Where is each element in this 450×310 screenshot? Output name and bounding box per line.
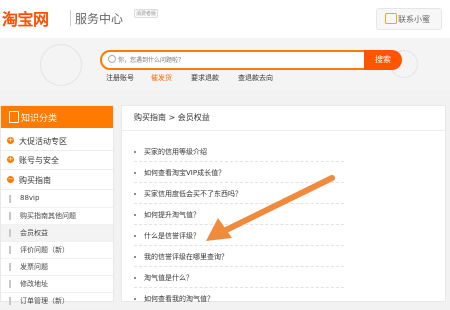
arrow-shaft [219, 175, 335, 235]
arrow-annotation [206, 175, 335, 241]
